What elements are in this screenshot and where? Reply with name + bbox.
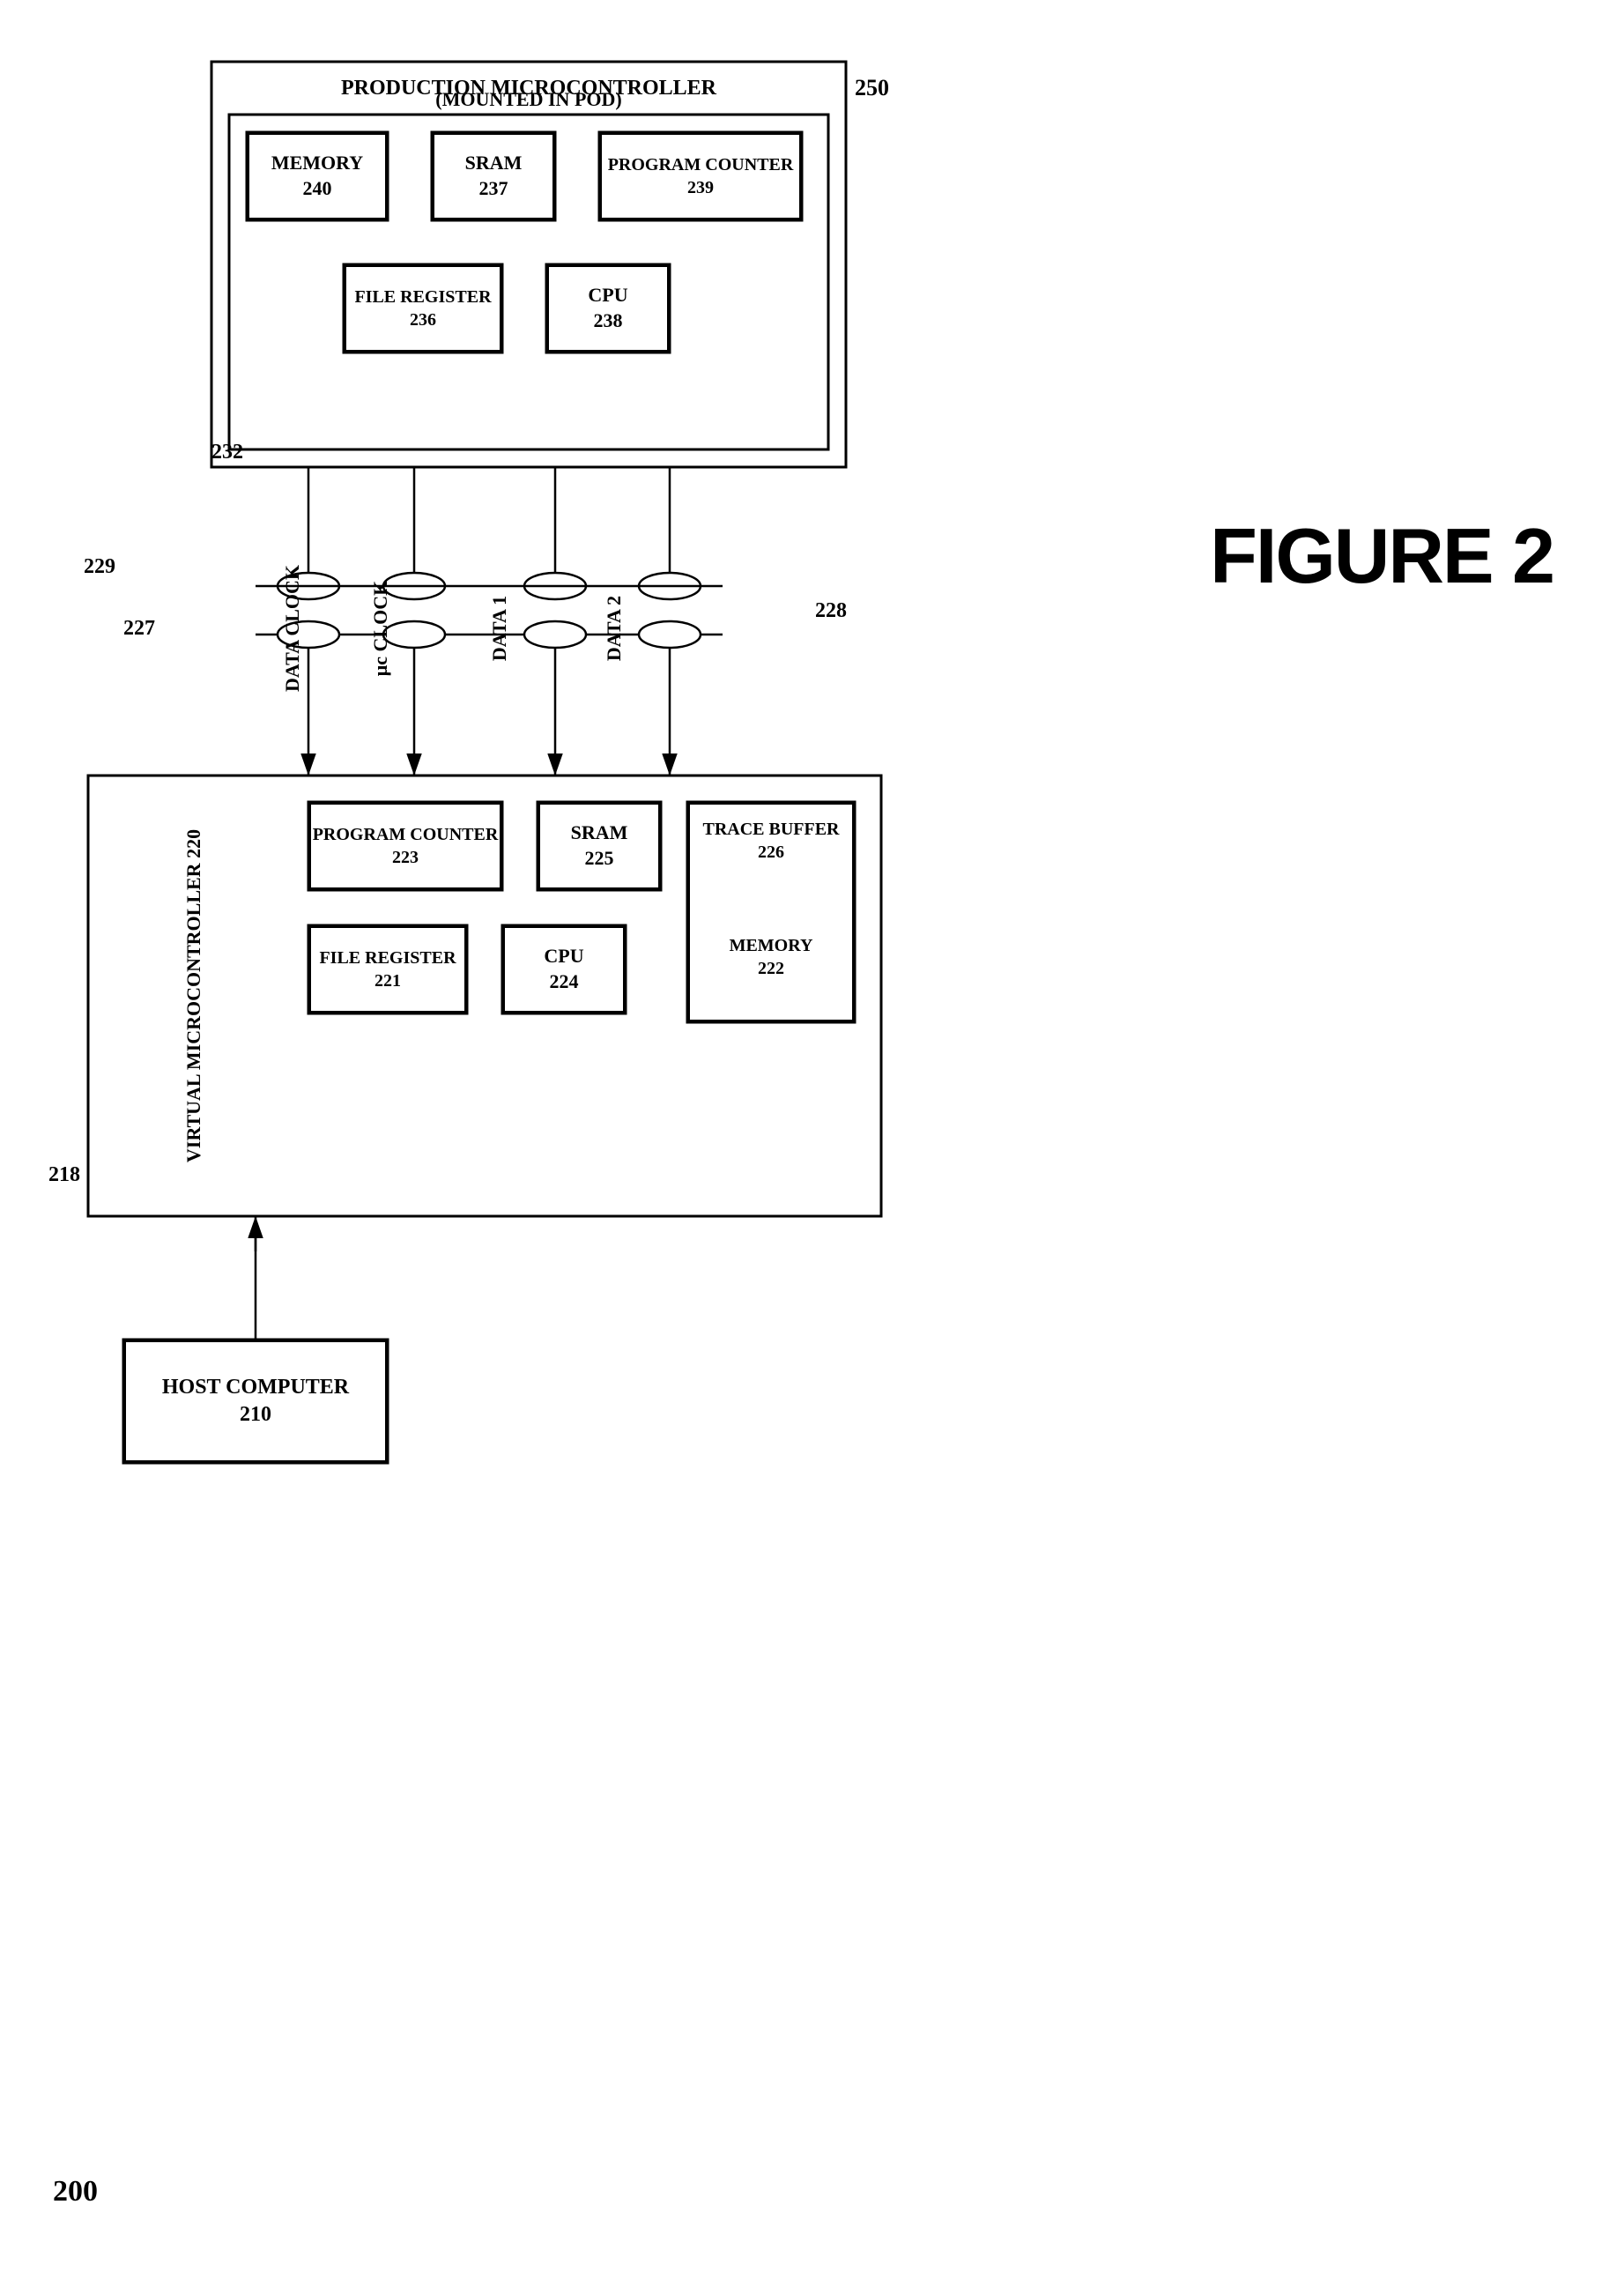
sram-237-label: SRAM 237: [432, 132, 555, 220]
ref-218: 218: [48, 1163, 80, 1187]
program-counter-239-label: PROGRAM COUNTER 239: [599, 132, 802, 220]
host-computer: HOST COMPUTER 210: [123, 1340, 388, 1463]
data2-label: DATA 2: [603, 596, 626, 661]
ref-229: 229: [84, 555, 115, 579]
file-register-236-label: FILE REGISTER 236: [344, 264, 502, 353]
production-mc-subtitle: (MOUNTED IN POD): [211, 84, 846, 115]
ref-250: 250: [855, 75, 889, 101]
ref-228: 228: [815, 599, 847, 623]
file-register-221: FILE REGISTER 221: [308, 925, 467, 1013]
cpu-224: CPU 224: [502, 925, 626, 1013]
program-counter-223: PROGRAM COUNTER 223: [308, 802, 502, 890]
ref-232: 232: [211, 441, 243, 464]
cpu-238-label: CPU 238: [546, 264, 670, 353]
virtual-mc-title: VIRTUAL MICROCONTROLLER 220: [93, 780, 295, 1212]
sram-225: SRAM 225: [538, 802, 661, 890]
memory-240-label: MEMORY 240: [247, 132, 388, 220]
figure-label: FIGURE 2: [1210, 511, 1554, 601]
page-number: 200: [53, 2175, 98, 2208]
ref-227: 227: [123, 617, 155, 641]
data1-label: DATA 1: [488, 596, 511, 661]
data-clock-label: DATA CLOCK: [281, 565, 304, 692]
trace-buffer-226: TRACE BUFFER 226 MEMORY 222: [687, 802, 855, 1022]
uc-clock-label: μc CLOCK: [369, 581, 392, 676]
